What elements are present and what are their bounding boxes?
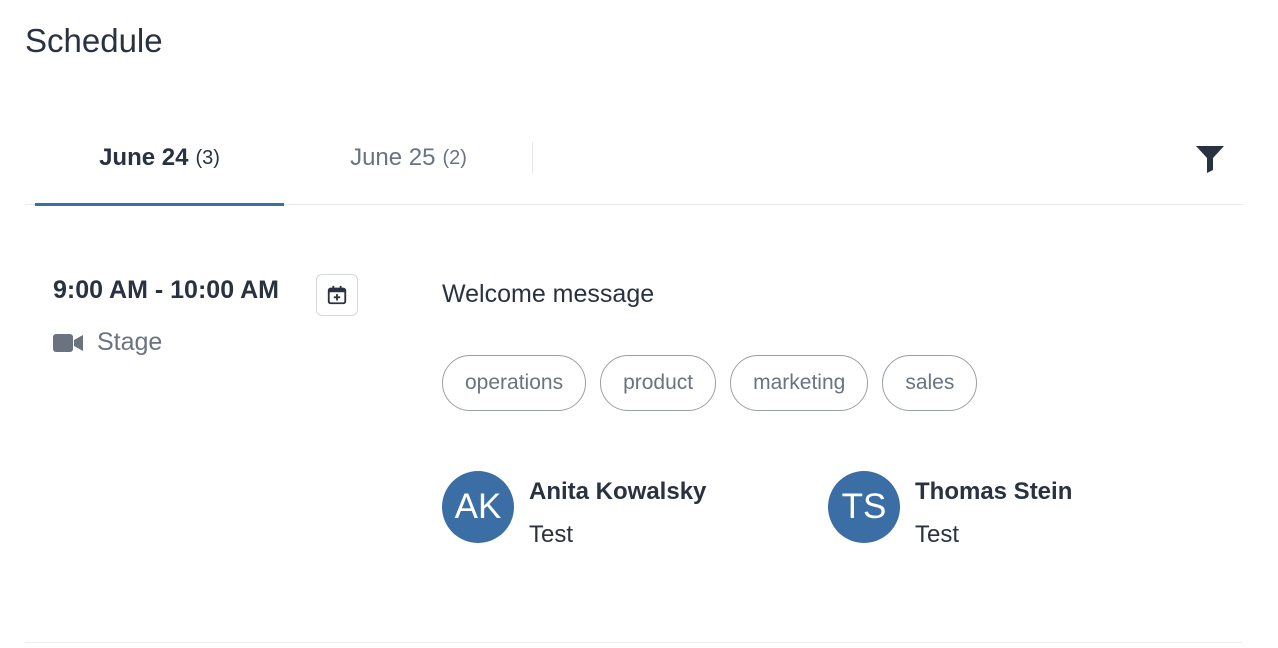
tab-june-25[interactable]: June 25 (2) [284, 112, 533, 204]
tab-label: June 24 [99, 144, 189, 171]
speaker-role: Test [529, 521, 574, 548]
tag-marketing[interactable]: marketing [730, 355, 869, 411]
tab-june-24[interactable]: June 24 (3) [35, 112, 284, 204]
speaker-list: AK Anita Kowalsky Test TS Thomas Stein T… [442, 471, 1202, 551]
session-tags: operations product marketing sales [442, 355, 978, 411]
session-location: Stage [53, 328, 162, 357]
location-label: Stage [97, 328, 163, 356]
video-camera-icon [53, 331, 83, 355]
speaker-name: Thomas Stein [915, 478, 1073, 505]
speaker-card[interactable]: TS Thomas Stein Test [828, 471, 1072, 550]
session-item: 9:00 AM - 10:00 AM Stage Welcome message… [25, 204, 1243, 643]
tag-sales[interactable]: sales [882, 355, 978, 411]
calendar-plus-icon [327, 285, 347, 305]
tab-count: (2) [442, 146, 467, 169]
speaker-card[interactable]: AK Anita Kowalsky Test [442, 471, 706, 550]
avatar: AK [442, 471, 514, 543]
tag-operations[interactable]: operations [442, 355, 587, 411]
date-tabs: June 24 (3) June 25 (2) [25, 112, 1243, 206]
tag-product[interactable]: product [600, 355, 717, 411]
tab-label: June 25 [350, 144, 436, 171]
session-title[interactable]: Welcome message [442, 278, 654, 310]
filter-button[interactable] [1193, 140, 1227, 176]
page-title: Schedule [25, 22, 163, 59]
tab-divider [532, 142, 533, 174]
add-to-calendar-button[interactable] [316, 274, 358, 316]
speaker-info: Anita Kowalsky Test [529, 471, 706, 550]
avatar: TS [828, 471, 900, 543]
tab-count: (3) [195, 146, 220, 169]
speaker-name: Anita Kowalsky [529, 478, 707, 505]
speaker-role: Test [915, 521, 960, 548]
speaker-info: Thomas Stein Test [915, 471, 1072, 550]
filter-icon [1196, 146, 1224, 173]
session-time: 9:00 AM - 10:00 AM [53, 276, 279, 304]
